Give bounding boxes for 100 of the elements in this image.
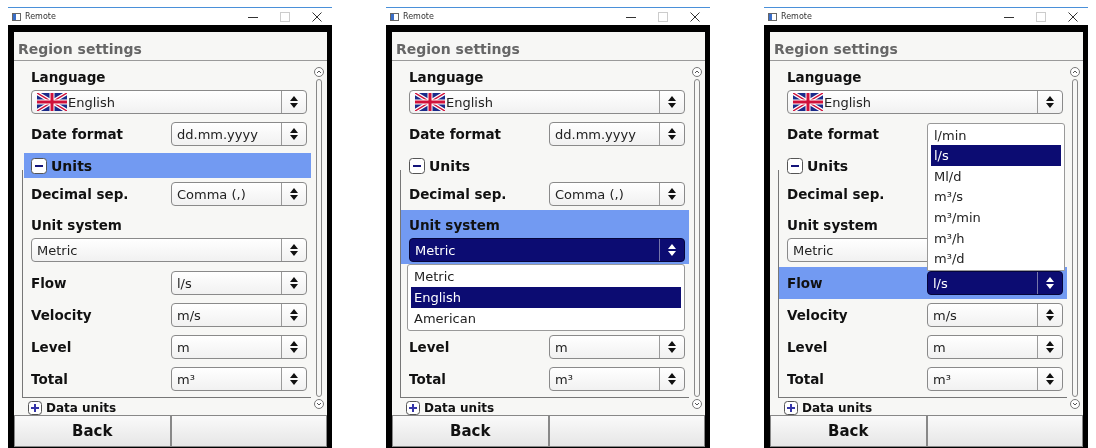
footer-button[interactable]: Back (14, 415, 171, 447)
footer-button[interactable] (548, 415, 705, 447)
field-label: Flow (787, 275, 824, 291)
up-down-arrows-icon (667, 95, 677, 109)
dropdown-select[interactable]: English (31, 90, 307, 114)
footer-button[interactable]: Back (392, 415, 549, 447)
scroll-up-icon[interactable] (1070, 67, 1080, 77)
dropdown-option[interactable]: l/s (931, 145, 1061, 167)
up-down-arrows-icon (667, 127, 677, 141)
up-down-arrows-icon (289, 308, 299, 322)
dropdown-select[interactable]: m³ (171, 367, 307, 391)
scroll-down-icon[interactable] (314, 399, 324, 409)
collapse-icon[interactable] (409, 157, 425, 174)
scrollbar-track[interactable] (316, 79, 322, 397)
dropdown-select[interactable]: Metric (409, 238, 685, 262)
up-down-arrows-icon (667, 243, 677, 257)
field-label: Date format (409, 126, 503, 142)
dropdown-select[interactable]: English (787, 90, 1063, 114)
collapse-icon[interactable] (787, 157, 803, 174)
dropdown-select[interactable]: m/s (171, 303, 307, 327)
dropdown-option[interactable]: American (411, 308, 681, 329)
footer-button[interactable] (926, 415, 1083, 447)
up-down-arrows-icon (1045, 308, 1055, 322)
dropdown-select[interactable]: m³ (549, 367, 685, 391)
scroll-down-icon[interactable] (692, 399, 702, 409)
dropdown-option[interactable]: Metric (411, 266, 681, 287)
field-label: Date format (31, 126, 125, 142)
window-title: Remote (781, 12, 813, 21)
close-icon[interactable] (1068, 11, 1078, 22)
field-label: Unit system (409, 216, 500, 235)
up-down-arrows-icon (289, 95, 299, 109)
section-heading: Region settings (14, 32, 327, 61)
scrollbar-track[interactable] (1072, 79, 1078, 397)
field-label: Unit system (31, 216, 122, 235)
window-title: Remote (25, 12, 57, 21)
dropdown-option[interactable]: m³/s (931, 186, 1061, 208)
dropdown-option[interactable]: l/min (931, 124, 1061, 146)
dropdown-select[interactable]: l/s (171, 271, 307, 295)
dropdown-select[interactable]: Comma (,) (549, 182, 685, 206)
dropdown-select[interactable]: English (409, 90, 685, 114)
field-label: Velocity (787, 307, 849, 323)
group-header[interactable]: Data units (28, 401, 311, 415)
dropdown-select[interactable]: dd.mm.yyyy (171, 122, 307, 146)
field-label: Decimal sep. (787, 186, 886, 202)
dropdown-option[interactable]: Ml/d (931, 166, 1061, 187)
up-down-arrows-icon (289, 127, 299, 141)
flag-icon (415, 93, 445, 111)
up-down-arrows-icon (289, 372, 299, 386)
up-down-arrows-icon (289, 187, 299, 201)
up-down-arrows-icon (1045, 95, 1055, 109)
expand-icon[interactable] (406, 401, 420, 415)
collapse-icon[interactable] (31, 157, 47, 174)
close-icon[interactable] (312, 11, 322, 22)
up-down-arrows-icon (289, 243, 299, 257)
field-label: Level (409, 339, 451, 355)
flag-icon (793, 93, 823, 111)
dropdown-select[interactable]: m (171, 335, 307, 359)
expand-icon[interactable] (784, 401, 798, 415)
group-header[interactable]: Units (24, 153, 311, 178)
dropdown-option[interactable]: English (411, 287, 681, 308)
dropdown-option[interactable]: m³/min (931, 207, 1061, 228)
dropdown-select[interactable]: Metric (31, 238, 307, 262)
field-label: Date format (787, 126, 881, 142)
up-down-arrows-icon (289, 276, 299, 290)
group-header[interactable]: Data units (406, 401, 689, 415)
scrollbar-track[interactable] (694, 79, 700, 397)
scroll-up-icon[interactable] (314, 67, 324, 77)
dropdown-select[interactable]: m (549, 335, 685, 359)
field-label: Total (31, 371, 69, 387)
dropdown-select[interactable]: l/s (927, 271, 1063, 295)
dropdown-select[interactable]: dd.mm.yyyy (549, 122, 685, 146)
dropdown-select[interactable]: Comma (,) (171, 182, 307, 206)
field-label: Decimal sep. (31, 186, 130, 202)
window-icon (390, 12, 399, 21)
field-label: Level (31, 339, 73, 355)
scroll-down-icon[interactable] (1070, 399, 1080, 409)
dropdown-select[interactable]: m (927, 335, 1063, 359)
section-heading: Region settings (770, 32, 1083, 61)
up-down-arrows-icon (667, 340, 677, 354)
footer-button[interactable]: Back (770, 415, 927, 447)
close-icon[interactable] (690, 11, 700, 22)
field-label: Language (787, 68, 862, 87)
group-header[interactable]: Units (402, 153, 689, 178)
scroll-up-icon[interactable] (692, 67, 702, 77)
field-label: Level (787, 339, 829, 355)
dropdown-select[interactable]: m³ (927, 367, 1063, 391)
up-down-arrows-icon (1045, 372, 1055, 386)
field-label: Language (409, 68, 484, 87)
up-down-arrows-icon (667, 372, 677, 386)
section-heading: Region settings (392, 32, 705, 61)
up-down-arrows-icon (1045, 340, 1055, 354)
field-label: Total (409, 371, 447, 387)
group-header[interactable]: Data units (784, 401, 1067, 415)
field-label: Language (31, 68, 106, 87)
dropdown-select[interactable]: m/s (927, 303, 1063, 327)
up-down-arrows-icon (289, 340, 299, 354)
expand-icon[interactable] (28, 401, 42, 415)
window-icon (12, 12, 21, 21)
window-icon (768, 12, 777, 21)
footer-button[interactable] (170, 415, 327, 447)
